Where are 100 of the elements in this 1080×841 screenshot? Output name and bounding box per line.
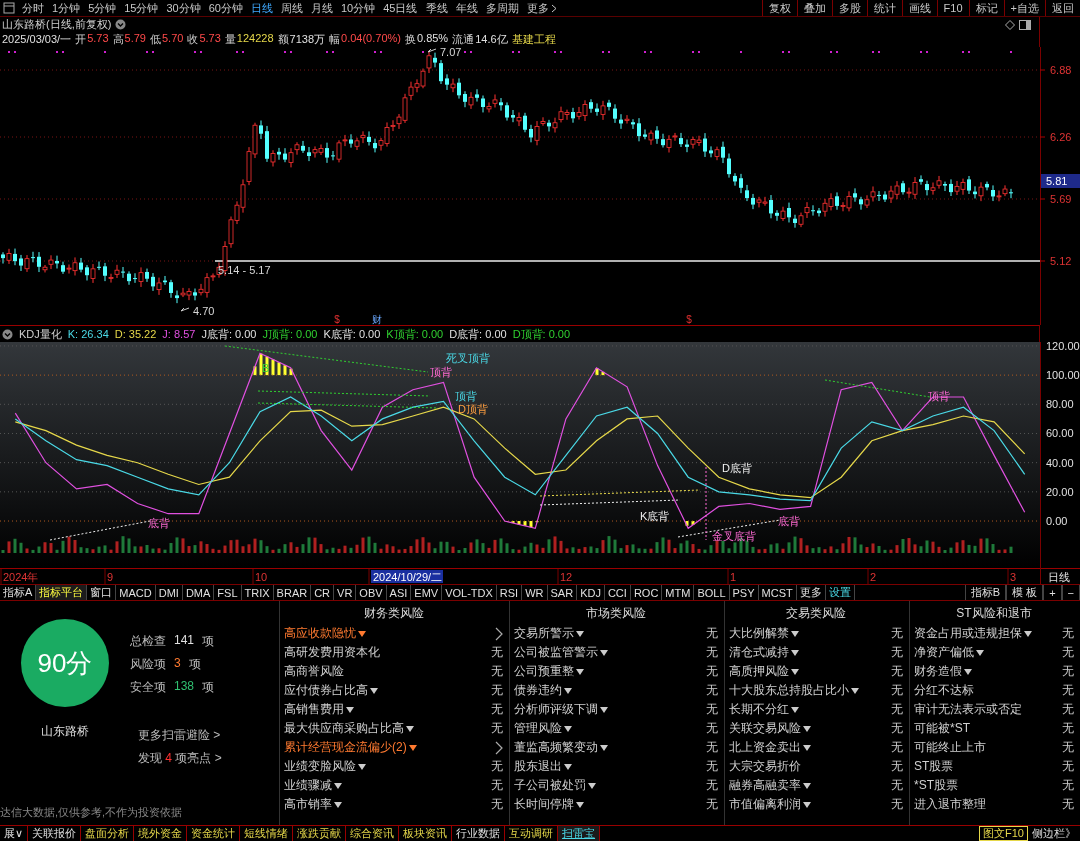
indicator-button[interactable]: + [1043, 585, 1062, 600]
toolbar-button[interactable]: 统计 [866, 0, 902, 16]
indicator-button[interactable]: 指标B [964, 585, 1007, 600]
caret-down-icon[interactable] [370, 687, 378, 694]
diamond-icon[interactable] [1005, 19, 1015, 30]
toolbar-button[interactable]: F10 [936, 0, 969, 16]
event-marker[interactable]: 财 [372, 314, 382, 325]
more-scan-link[interactable]: 更多扫雷避险 > [138, 727, 280, 744]
highlights-link[interactable]: 发现 4 项亮点 > [138, 750, 280, 767]
indicator-tab[interactable]: RSI [496, 585, 523, 600]
risk-item-label[interactable]: 融券高融卖率 [729, 777, 801, 794]
risk-item-label[interactable]: 业绩骤减 [284, 777, 332, 794]
risk-item-label[interactable]: 债券违约 [514, 682, 562, 699]
period-tab[interactable]: 1分钟 [48, 0, 85, 16]
indicator-tab[interactable]: KDJ [577, 585, 605, 600]
toolbar-button[interactable]: 叠加 [796, 0, 832, 16]
status-tab[interactable]: 盘面分析 [81, 826, 135, 841]
indicator-tab[interactable]: OBV [356, 585, 387, 600]
caret-down-icon[interactable] [334, 782, 342, 789]
risk-item-label[interactable]: *ST股票 [914, 777, 958, 794]
risk-item-label[interactable]: 公司被监管警示 [514, 644, 598, 661]
risk-item-label[interactable]: 市值偏离利润 [729, 796, 801, 813]
risk-item-label[interactable]: 财务造假 [914, 663, 962, 680]
caret-down-icon[interactable] [803, 725, 811, 732]
indicator-tab[interactable]: 更多 [796, 585, 826, 600]
risk-item-label[interactable]: 累计经营现金流偏少(2) [284, 739, 407, 756]
risk-item-label[interactable]: 可能终止上市 [914, 739, 986, 756]
f10-button[interactable]: 图文F10 [979, 826, 1028, 841]
indicator-tab[interactable]: CCI [604, 585, 631, 600]
caret-down-icon[interactable] [346, 706, 354, 713]
risk-item-label[interactable]: 长时间停牌 [514, 796, 574, 813]
risk-item-label[interactable]: 公司预重整 [514, 663, 574, 680]
dropdown-icon[interactable] [115, 19, 127, 30]
status-tab[interactable]: 短线情绪 [240, 826, 294, 841]
toolbar-button[interactable]: +自选 [1003, 0, 1045, 16]
risk-item-label[interactable]: 关联交易风险 [729, 720, 801, 737]
indicator-tab[interactable]: DMA [182, 585, 215, 600]
risk-item-label[interactable]: 高市销率 [284, 796, 332, 813]
toolbar-button[interactable]: 复权 [761, 0, 797, 16]
caret-down-icon[interactable] [600, 706, 608, 713]
risk-item-label[interactable]: 股东退出 [514, 758, 562, 775]
indicator-tab[interactable]: MCST [758, 585, 797, 600]
status-tab[interactable]: 扫雷宝 [558, 826, 601, 841]
caret-down-icon[interactable] [576, 630, 584, 637]
risk-item-label[interactable]: 净资产偏低 [914, 644, 974, 661]
caret-down-icon[interactable] [600, 744, 608, 751]
indicator-button[interactable]: − [1061, 585, 1080, 600]
risk-item-label[interactable]: 最大供应商采购占比高 [284, 720, 404, 737]
indicator-tab[interactable]: ASI [386, 585, 412, 600]
toolbar-button[interactable]: 返回 [1045, 0, 1080, 16]
chevron-right-icon[interactable] [495, 740, 503, 755]
risk-item-label[interactable]: 高研发费用资本化 [284, 644, 380, 661]
dropdown-icon[interactable] [2, 328, 13, 340]
risk-item-label[interactable]: 资金占用或违规担保 [914, 625, 1022, 642]
period-tab[interactable]: 5分钟 [84, 0, 121, 16]
risk-item-label[interactable]: ST股票 [914, 758, 954, 775]
window-icon[interactable] [3, 2, 15, 14]
indicator-tab[interactable]: MTM [662, 585, 695, 600]
caret-down-icon[interactable] [564, 763, 572, 770]
indicator-tab[interactable]: TRIX [241, 585, 274, 600]
caret-down-icon[interactable] [1024, 630, 1032, 637]
caret-down-icon[interactable] [408, 744, 417, 751]
period-tab[interactable]: 10分钟 [337, 0, 380, 16]
indicator-tab[interactable]: ROC [630, 585, 663, 600]
caret-down-icon[interactable] [803, 801, 811, 808]
status-tab[interactable]: 涨跌贡献 [293, 826, 347, 841]
indicator-tab[interactable]: EMV [411, 585, 443, 600]
caret-down-icon[interactable] [358, 763, 366, 770]
caret-down-icon[interactable] [791, 668, 799, 675]
period-tab[interactable]: 30分钟 [162, 0, 205, 16]
panel-icon[interactable] [1019, 19, 1031, 30]
status-tab[interactable]: 综合资讯 [346, 826, 400, 841]
caret-down-icon[interactable] [791, 706, 799, 713]
period-tab[interactable]: 45日线 [379, 0, 422, 16]
caret-down-icon[interactable] [334, 801, 342, 808]
indicator-tab[interactable]: WR [522, 585, 548, 600]
toolbar-button[interactable]: 画线 [901, 0, 937, 16]
indicator-tab[interactable]: VOL-TDX [442, 585, 497, 600]
caret-down-icon[interactable] [576, 668, 584, 675]
risk-item-label[interactable]: 高应收款隐忧 [284, 625, 356, 642]
risk-item-label[interactable]: 大比例解禁 [729, 625, 789, 642]
risk-item-label[interactable]: 审计无法表示或否定 [914, 701, 1022, 718]
indicator-tab[interactable]: BOLL [694, 585, 730, 600]
risk-item-label[interactable]: 清仓式减持 [729, 644, 789, 661]
indicator-tab[interactable]: DMI [155, 585, 183, 600]
period-tab[interactable]: 年线 [451, 0, 482, 16]
risk-item-label[interactable]: 应付债券占比高 [284, 682, 368, 699]
period-tab[interactable]: 日线 [247, 0, 277, 16]
indicator-tab[interactable]: CR [311, 585, 335, 600]
toolbar-button[interactable]: 标记 [968, 0, 1004, 16]
caret-down-icon[interactable] [406, 725, 414, 732]
caret-down-icon[interactable] [964, 668, 972, 675]
period-tab[interactable]: 15分钟 [120, 0, 163, 16]
caret-down-icon[interactable] [588, 782, 596, 789]
chevron-right-icon[interactable] [495, 626, 503, 641]
caret-down-icon[interactable] [576, 801, 584, 808]
caret-down-icon[interactable] [803, 744, 811, 751]
risk-item-label[interactable]: 可能被*ST [914, 720, 970, 737]
risk-item-label[interactable]: 子公司被处罚 [514, 777, 586, 794]
caret-down-icon[interactable] [976, 649, 984, 656]
